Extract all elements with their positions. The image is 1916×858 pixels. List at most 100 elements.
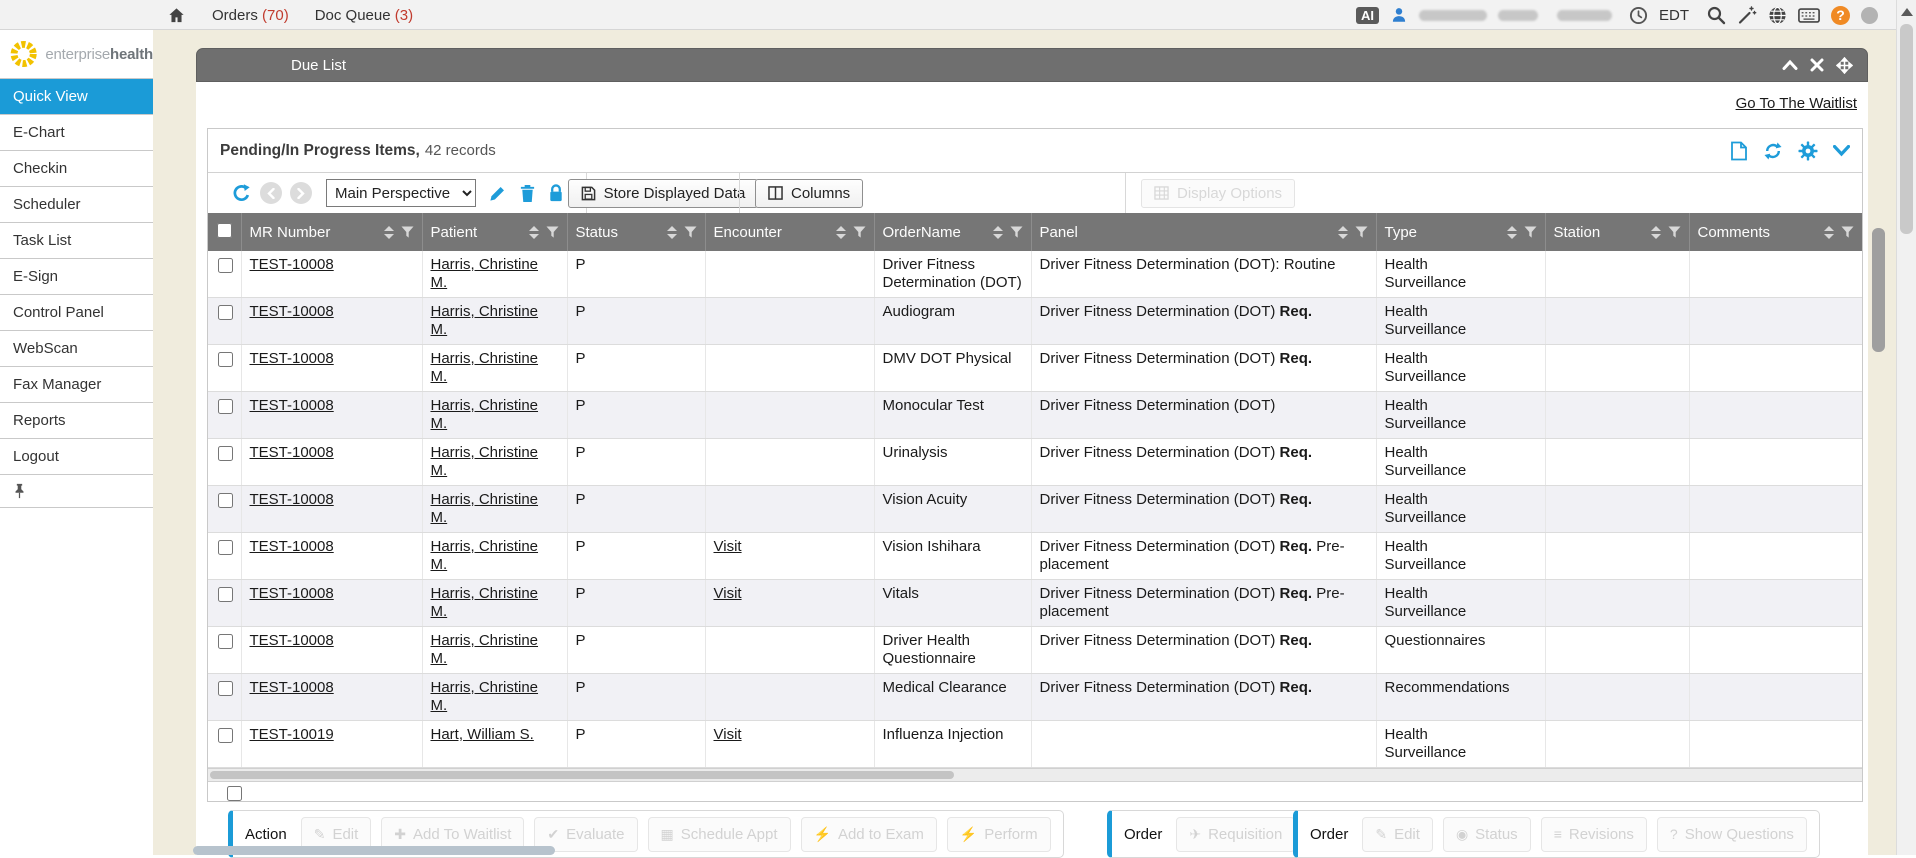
mr-number-link[interactable]: TEST-10008 (250, 585, 334, 602)
topbar-nav-orders[interactable]: Orders (70) (212, 7, 289, 24)
add-to-exam-button[interactable]: ⚡Add to Exam (801, 817, 937, 852)
row-checkbox[interactable] (218, 493, 233, 508)
patient-link[interactable]: Harris, Christine M. (431, 444, 543, 480)
status-button[interactable]: ◉Status (1443, 817, 1531, 852)
mr-number-link[interactable]: TEST-10008 (250, 256, 334, 273)
next-page-button[interactable] (290, 182, 312, 204)
sort-icon[interactable] (1824, 226, 1834, 239)
settings-gear-icon[interactable] (1798, 141, 1818, 161)
page-vscrollbar[interactable] (1896, 0, 1916, 855)
display-options-button[interactable]: Display Options (1141, 179, 1295, 208)
sidebar-item-logout[interactable]: Logout (0, 439, 153, 475)
presence-indicator[interactable] (1861, 7, 1878, 24)
prev-page-button[interactable] (260, 182, 282, 204)
table-horizontal-scrollbar[interactable] (208, 768, 1862, 782)
user-icon[interactable] (1390, 6, 1408, 24)
sort-icon[interactable] (836, 226, 846, 239)
magic-wand-icon[interactable] (1737, 5, 1757, 25)
topbar-nav-doc-queue[interactable]: Doc Queue (3) (315, 7, 413, 24)
row-checkbox[interactable] (218, 681, 233, 696)
page-hscroll-thumb[interactable] (193, 846, 555, 855)
filter-icon[interactable] (1668, 226, 1681, 239)
mr-number-link[interactable]: TEST-10008 (250, 444, 334, 461)
requisition-button[interactable]: ✈Requisition (1176, 817, 1295, 852)
row-checkbox[interactable] (218, 587, 233, 602)
refresh-icon[interactable] (1763, 141, 1783, 161)
mr-number-link[interactable]: TEST-10008 (250, 632, 334, 649)
collapse-chevron-icon[interactable] (1782, 58, 1798, 72)
sidebar-item-fax-manager[interactable]: Fax Manager (0, 367, 153, 403)
column-header-panel[interactable]: Panel (1031, 213, 1376, 251)
revisions-button[interactable]: ≡Revisions (1541, 817, 1647, 852)
row-checkbox[interactable] (227, 786, 242, 801)
filter-icon[interactable] (401, 226, 414, 239)
perspective-select[interactable]: Main Perspective (326, 179, 476, 207)
row-checkbox[interactable] (218, 352, 233, 367)
edit-perspective-icon[interactable] (488, 184, 507, 203)
undo-icon[interactable] (231, 183, 252, 204)
perform-button[interactable]: ⚡Perform (947, 817, 1051, 852)
due-list-header[interactable]: Due List (196, 48, 1868, 82)
encounter-link[interactable]: Visit (714, 585, 742, 602)
filter-icon[interactable] (1841, 226, 1854, 239)
row-checkbox[interactable] (218, 728, 233, 743)
filter-icon[interactable] (1355, 226, 1368, 239)
clock-icon[interactable] (1629, 6, 1648, 25)
row-checkbox[interactable] (218, 305, 233, 320)
lock-perspective-icon[interactable] (548, 184, 564, 203)
sort-icon[interactable] (667, 226, 677, 239)
columns-button[interactable]: Columns (755, 179, 863, 208)
patient-link[interactable]: Harris, Christine M. (431, 585, 543, 621)
patient-link[interactable]: Harris, Christine M. (431, 538, 543, 574)
sidebar-item-control-panel[interactable]: Control Panel (0, 295, 153, 331)
show-questions-button[interactable]: ?Show Questions (1657, 817, 1807, 852)
column-header-mr-number[interactable]: MR Number (241, 213, 422, 251)
schedule-appt-button[interactable]: ▦Schedule Appt (648, 817, 791, 852)
sort-icon[interactable] (1651, 226, 1661, 239)
filter-icon[interactable] (546, 226, 559, 239)
sidebar-item-e-chart[interactable]: E-Chart (0, 115, 153, 151)
mr-number-link[interactable]: TEST-10008 (250, 350, 334, 367)
column-header-encounter[interactable]: Encounter (705, 213, 874, 251)
sidebar-item-quick-view[interactable]: Quick View (0, 79, 153, 115)
filter-icon[interactable] (853, 226, 866, 239)
column-header-status[interactable]: Status (567, 213, 705, 251)
mr-number-link[interactable]: TEST-10008 (250, 538, 334, 555)
home-icon[interactable] (167, 6, 186, 25)
keyboard-icon[interactable] (1798, 7, 1820, 24)
search-icon[interactable] (1706, 5, 1726, 25)
filter-icon[interactable] (1524, 226, 1537, 239)
help-icon[interactable]: ? (1831, 6, 1850, 25)
table-hscroll-thumb[interactable] (210, 771, 954, 779)
select-all-checkbox[interactable] (217, 223, 232, 238)
go-to-waitlist-link[interactable]: Go To The Waitlist (1736, 95, 1857, 112)
patient-link[interactable]: Hart, William S. (431, 726, 534, 744)
scrollbar-up-arrow[interactable] (1901, 8, 1913, 16)
new-document-icon[interactable] (1730, 141, 1748, 161)
mr-number-link[interactable]: TEST-10008 (250, 491, 334, 508)
row-checkbox[interactable] (218, 446, 233, 461)
sort-icon[interactable] (529, 226, 539, 239)
sort-icon[interactable] (1507, 226, 1517, 239)
sort-icon[interactable] (993, 226, 1003, 239)
encounter-link[interactable]: Visit (714, 538, 742, 555)
patient-link[interactable]: Harris, Christine M. (431, 397, 543, 433)
ai-badge[interactable]: AI (1356, 7, 1379, 24)
collapse-panel-chevron-icon[interactable] (1833, 145, 1850, 157)
row-checkbox[interactable] (218, 540, 233, 555)
globe-icon[interactable] (1768, 6, 1787, 25)
patient-link[interactable]: Harris, Christine M. (431, 491, 543, 527)
mr-number-link[interactable]: TEST-10019 (250, 726, 334, 743)
sidebar-item-webscan[interactable]: WebScan (0, 331, 153, 367)
mr-number-link[interactable]: TEST-10008 (250, 303, 334, 320)
move-icon[interactable] (1836, 57, 1853, 74)
mr-number-link[interactable]: TEST-10008 (250, 679, 334, 696)
column-header-comments[interactable]: Comments (1689, 213, 1862, 251)
widget-vscroll-thumb[interactable] (1872, 228, 1885, 352)
delete-perspective-icon[interactable] (519, 184, 536, 203)
column-header-ordername[interactable]: OrderName (874, 213, 1031, 251)
row-checkbox[interactable] (218, 399, 233, 414)
column-header-type[interactable]: Type (1376, 213, 1545, 251)
edit-button[interactable]: ✎Edit (1362, 817, 1433, 852)
row-checkbox[interactable] (218, 258, 233, 273)
